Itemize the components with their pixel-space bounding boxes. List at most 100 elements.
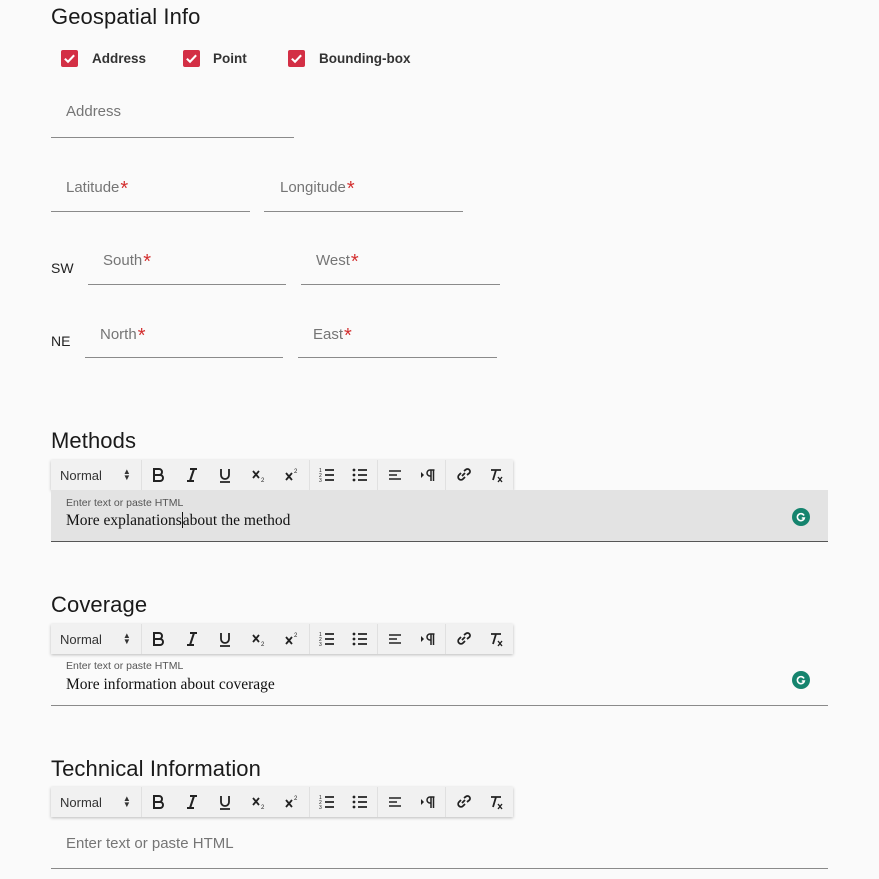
format-select[interactable]: Normal ▲ ▼ bbox=[51, 624, 142, 654]
svg-text:2: 2 bbox=[261, 642, 265, 647]
methods-editor-content[interactable]: More explanationsabout the method bbox=[66, 512, 290, 530]
east-placeholder: East bbox=[313, 326, 344, 343]
italic-icon[interactable] bbox=[175, 460, 208, 490]
superscript-icon[interactable]: 2 bbox=[276, 787, 309, 817]
required-mark: * bbox=[350, 251, 359, 273]
subscript-icon[interactable]: 2 bbox=[242, 787, 275, 817]
text-direction-icon[interactable] bbox=[412, 787, 445, 817]
svg-text:2: 2 bbox=[294, 633, 298, 639]
checkbox-bounding-box[interactable]: Bounding-box bbox=[288, 50, 410, 67]
link-icon[interactable] bbox=[446, 624, 479, 654]
underline-icon[interactable] bbox=[209, 787, 242, 817]
superscript-icon[interactable]: 2 bbox=[276, 624, 309, 654]
clear-format-icon[interactable] bbox=[480, 787, 513, 817]
coverage-editor[interactable]: Enter text or paste HTML More informatio… bbox=[51, 654, 828, 706]
south-placeholder: South bbox=[103, 252, 143, 269]
underline-icon[interactable] bbox=[209, 624, 242, 654]
required-mark: * bbox=[143, 251, 151, 273]
longitude-placeholder: Longitude bbox=[280, 179, 346, 196]
coverage-toolbar: Normal ▲ ▼ 2 2 123 bbox=[51, 624, 513, 654]
subscript-icon[interactable]: 2 bbox=[242, 624, 275, 654]
svg-text:2: 2 bbox=[294, 796, 298, 802]
checkbox-checked-icon[interactable] bbox=[183, 50, 200, 67]
format-select[interactable]: Normal ▲ ▼ bbox=[51, 460, 142, 490]
format-select-value: Normal bbox=[60, 467, 102, 483]
clear-format-icon[interactable] bbox=[480, 460, 513, 490]
align-icon[interactable] bbox=[378, 787, 411, 817]
sw-label: SW bbox=[51, 260, 74, 276]
ne-label: NE bbox=[51, 333, 71, 349]
coverage-editor-hint: Enter text or paste HTML bbox=[66, 660, 184, 672]
subscript-icon[interactable]: 2 bbox=[242, 460, 275, 490]
svg-text:3: 3 bbox=[319, 478, 322, 483]
underline-icon[interactable] bbox=[209, 460, 242, 490]
content-text-before-caret: More explanations bbox=[66, 512, 182, 529]
select-arrows-icon: ▲ ▼ bbox=[122, 794, 131, 809]
coverage-title: Coverage bbox=[51, 592, 148, 617]
east-field[interactable]: East* bbox=[298, 313, 497, 358]
svg-text:2: 2 bbox=[261, 478, 265, 483]
ordered-list-icon[interactable]: 123 bbox=[310, 624, 343, 654]
link-icon[interactable] bbox=[446, 787, 479, 817]
technical-title: Technical Information bbox=[51, 756, 261, 781]
north-placeholder: North bbox=[100, 326, 137, 343]
technical-editor[interactable]: Enter text or paste HTML bbox=[51, 817, 828, 869]
checkbox-bounding-box-label: Bounding-box bbox=[319, 51, 411, 66]
technical-toolbar: Normal ▲ ▼ 2 2 123 bbox=[51, 787, 513, 817]
checkbox-checked-icon[interactable] bbox=[288, 50, 305, 67]
svg-text:3: 3 bbox=[319, 642, 322, 647]
bold-icon[interactable] bbox=[142, 787, 175, 817]
latitude-field[interactable]: Latitude* bbox=[51, 166, 250, 212]
text-direction-icon[interactable] bbox=[412, 460, 445, 490]
technical-editor-placeholder: Enter text or paste HTML bbox=[66, 835, 234, 852]
required-mark: * bbox=[344, 325, 352, 347]
geospatial-title: Geospatial Info bbox=[51, 4, 201, 29]
clear-format-icon[interactable] bbox=[480, 624, 513, 654]
address-field[interactable]: Address bbox=[51, 90, 294, 138]
checkbox-checked-icon[interactable] bbox=[61, 50, 78, 67]
svg-text:2: 2 bbox=[261, 805, 265, 810]
ordered-list-icon[interactable]: 123 bbox=[310, 787, 343, 817]
checkbox-point[interactable]: Point bbox=[183, 50, 288, 67]
svg-text:2: 2 bbox=[294, 469, 298, 475]
latitude-placeholder: Latitude bbox=[66, 179, 120, 196]
superscript-icon[interactable]: 2 bbox=[276, 460, 309, 490]
select-arrows-icon: ▲ ▼ bbox=[122, 467, 131, 482]
svg-text:3: 3 bbox=[319, 805, 322, 810]
bold-icon[interactable] bbox=[142, 624, 175, 654]
bullet-list-icon[interactable] bbox=[344, 624, 377, 654]
format-select-value: Normal bbox=[60, 631, 102, 647]
south-field[interactable]: South* bbox=[88, 240, 286, 285]
content-text-after-caret: about the method bbox=[182, 512, 291, 529]
bullet-list-icon[interactable] bbox=[344, 787, 377, 817]
text-direction-icon[interactable] bbox=[412, 624, 445, 654]
italic-icon[interactable] bbox=[175, 787, 208, 817]
italic-icon[interactable] bbox=[175, 624, 208, 654]
west-field[interactable]: West* bbox=[301, 240, 500, 285]
bold-icon[interactable] bbox=[142, 460, 175, 490]
format-select[interactable]: Normal ▲ ▼ bbox=[51, 787, 142, 817]
select-arrows-icon: ▲ ▼ bbox=[122, 631, 131, 646]
grammarly-icon[interactable] bbox=[792, 671, 810, 689]
location-type-checkboxes: Address Point Bounding-box bbox=[61, 50, 410, 67]
bullet-list-icon[interactable] bbox=[344, 460, 377, 490]
ordered-list-icon[interactable]: 123 bbox=[310, 460, 343, 490]
required-mark: * bbox=[346, 178, 355, 200]
west-placeholder: West bbox=[316, 252, 350, 269]
address-placeholder: Address bbox=[66, 103, 122, 120]
align-icon[interactable] bbox=[378, 460, 411, 490]
checkbox-address-label: Address bbox=[92, 51, 147, 66]
link-icon[interactable] bbox=[446, 460, 479, 490]
coverage-editor-content[interactable]: More information about coverage bbox=[66, 676, 275, 694]
required-mark: * bbox=[120, 178, 129, 200]
checkbox-address[interactable]: Address bbox=[61, 50, 183, 67]
methods-title: Methods bbox=[51, 428, 137, 453]
align-icon[interactable] bbox=[378, 624, 411, 654]
format-select-value: Normal bbox=[60, 794, 102, 810]
methods-editor[interactable]: Enter text or paste HTML More explanatio… bbox=[51, 490, 828, 542]
north-field[interactable]: North* bbox=[85, 313, 283, 358]
methods-toolbar: Normal ▲ ▼ 2 2 123 bbox=[51, 460, 513, 490]
methods-editor-hint: Enter text or paste HTML bbox=[66, 497, 184, 509]
grammarly-icon[interactable] bbox=[792, 508, 810, 526]
longitude-field[interactable]: Longitude* bbox=[264, 166, 463, 212]
